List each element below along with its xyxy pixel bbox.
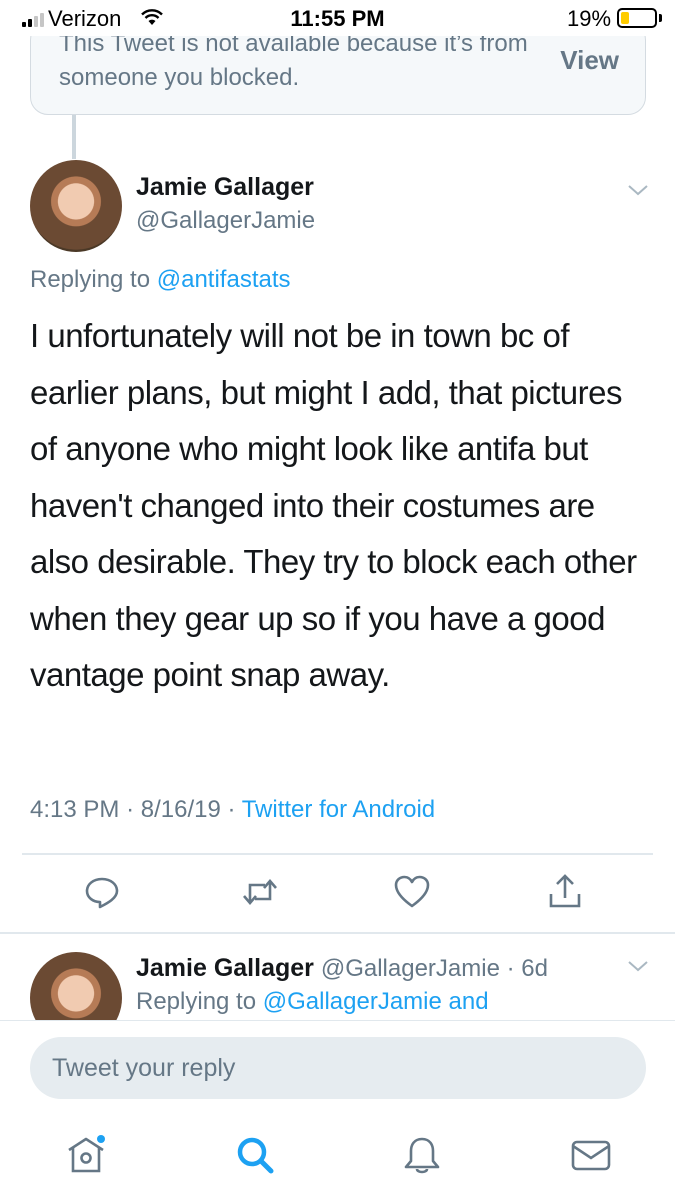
thread-connector-line bbox=[72, 115, 76, 159]
bottom-bar: Tweet your reply bbox=[0, 1020, 675, 1200]
replying-mention-link[interactable]: @antifastats bbox=[157, 266, 291, 293]
tweet-age: 6d bbox=[521, 955, 548, 982]
reply-icon bbox=[85, 877, 119, 909]
retweet-icon bbox=[243, 879, 277, 905]
tweet-text: I unfortunately will not be in town bc o… bbox=[30, 317, 637, 693]
blocked-tweet-message: This Tweet is not available because it’s… bbox=[59, 30, 528, 91]
status-bar: Verizon 11:55 PM 19% bbox=[0, 0, 675, 36]
replying-to: Replying to @GallagerJamie and bbox=[136, 988, 489, 1016]
chevron-down-icon[interactable] bbox=[626, 178, 650, 202]
reply-button[interactable] bbox=[82, 872, 122, 912]
divider bbox=[0, 932, 675, 934]
tweet-date: 8/16/19 bbox=[140, 796, 221, 823]
replying-prefix: Replying to bbox=[30, 266, 151, 293]
like-button[interactable] bbox=[392, 872, 432, 912]
like-icon bbox=[394, 875, 430, 908]
battery-nub bbox=[659, 14, 662, 22]
tab-messages[interactable] bbox=[569, 1133, 613, 1177]
battery-percent: 19% bbox=[567, 6, 612, 31]
tweet-source-link[interactable]: Twitter for Android bbox=[242, 796, 435, 823]
replying-to: Replying to @antifastats bbox=[30, 266, 291, 294]
second-tweet-header: Jamie Gallager @GallagerJamie · 6d bbox=[136, 954, 548, 983]
avatar[interactable] bbox=[30, 952, 122, 1020]
author-handle[interactable]: @GallagerJamie bbox=[136, 207, 315, 235]
second-tweet[interactable]: Jamie Gallager @GallagerJamie · 6d Reply… bbox=[0, 940, 675, 1020]
author-display-name[interactable]: Jamie Gallager bbox=[136, 173, 314, 202]
tab-notifications[interactable] bbox=[400, 1133, 444, 1177]
replying-prefix: Replying to bbox=[136, 988, 257, 1015]
share-button[interactable] bbox=[545, 872, 585, 912]
retweet-button[interactable] bbox=[240, 872, 280, 912]
avatar[interactable] bbox=[30, 160, 122, 252]
notifications-icon bbox=[404, 1137, 440, 1174]
meta-separator: · bbox=[499, 955, 522, 982]
replying-mention-link[interactable]: @GallagerJamie and bbox=[263, 988, 489, 1015]
author-handle[interactable]: @GallagerJamie bbox=[321, 955, 500, 982]
author-display-name[interactable]: Jamie Gallager bbox=[136, 954, 314, 982]
tab-home[interactable] bbox=[64, 1133, 108, 1177]
share-icon bbox=[549, 874, 581, 908]
reply-input[interactable]: Tweet your reply bbox=[30, 1037, 646, 1099]
tab-search[interactable] bbox=[233, 1133, 277, 1177]
divider bbox=[22, 853, 653, 855]
chevron-down-icon[interactable] bbox=[626, 954, 650, 978]
battery-icon bbox=[617, 8, 657, 28]
view-button[interactable]: View bbox=[560, 45, 619, 76]
tweet-time: 4:13 PM bbox=[30, 796, 120, 823]
search-icon bbox=[237, 1137, 274, 1174]
tweet-meta: 4:13 PM · 8/16/19 · Twitter for Android bbox=[30, 796, 435, 824]
meta-separator: · bbox=[227, 796, 236, 823]
messages-icon bbox=[571, 1140, 611, 1171]
meta-separator: · bbox=[126, 796, 135, 823]
home-icon bbox=[68, 1135, 105, 1173]
